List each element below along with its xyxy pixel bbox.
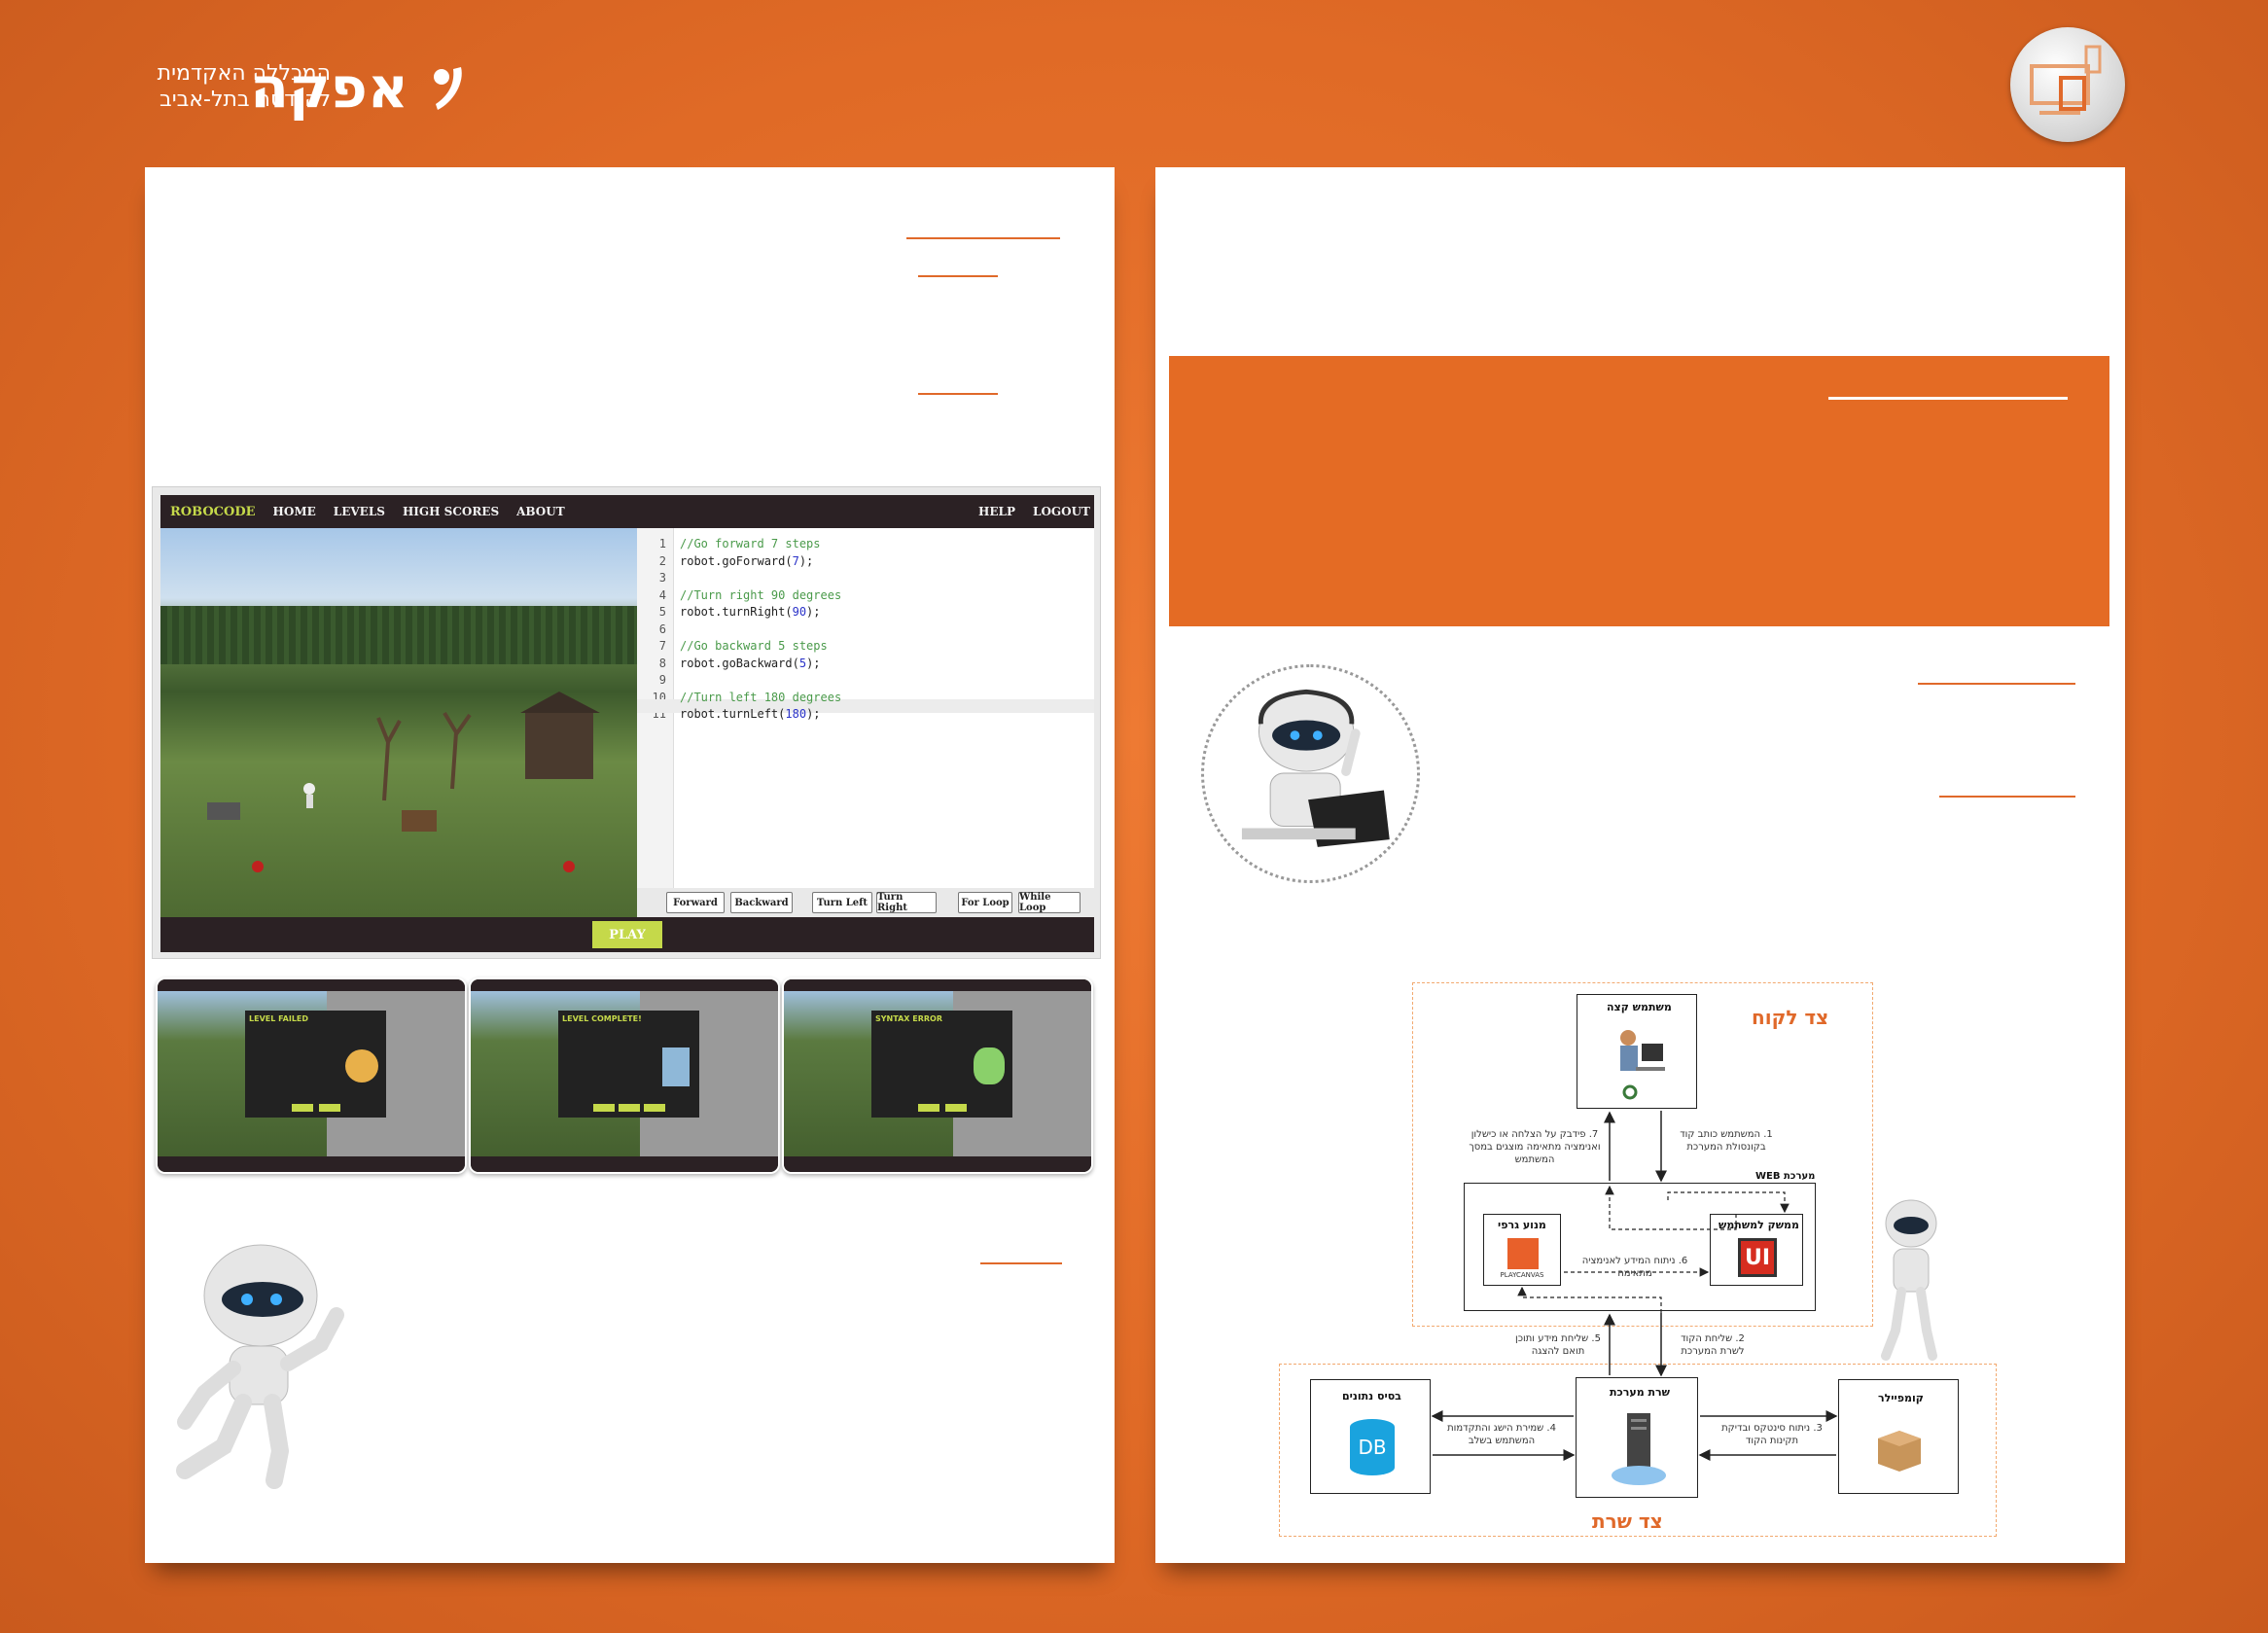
code-line: robot.goForward(7); (680, 553, 814, 568)
game-screenshot: ROBOCODE HOME LEVELS HIGH SCORES ABOUT H… (152, 486, 1101, 959)
code-line: robot.turnRight(90); (680, 605, 821, 619)
while-loop-button[interactable]: While Loop (1018, 892, 1081, 913)
robot-body (306, 795, 313, 808)
modal: SYNTAX ERROR (871, 1011, 1012, 1118)
backward-button[interactable]: Backward (730, 892, 793, 913)
logo-mark-icon (434, 67, 462, 110)
command-buttons: Forward Backward Turn Left Turn Right Fo… (637, 888, 1094, 917)
robot-laptop-icon (1241, 689, 1390, 847)
heading-underline (1918, 683, 2075, 685)
game-navbar: ROBOCODE HOME LEVELS HIGH SCORES ABOUT H… (160, 495, 1094, 528)
code-line: robot.goBackward(5); (680, 656, 821, 670)
devices-badge (2010, 27, 2125, 142)
heading-underline (906, 237, 1060, 239)
step2-text: 2. שליחת הקוד לשרת המערכת (1681, 1333, 1745, 1357)
line-number: 9 (658, 673, 666, 687)
step3-text: 3. ניתוח סינטקס ובדיקת תקינות הקוד (1721, 1423, 1823, 1446)
thumbnail-level-complete: LEVEL COMPLETE! (469, 977, 780, 1174)
step1-text: 1. המשתמש כותב קוד בקונסולת המערכת (1680, 1129, 1773, 1153)
line-number: 4 (658, 587, 666, 602)
line-number: 1 (658, 537, 666, 550)
step4-text: 4. שמירת הישג והתקדמות המשתמש בשלב (1447, 1423, 1556, 1446)
thumbnail-level-failed: LEVEL FAILED (156, 977, 467, 1174)
play-bar: PLAY (160, 917, 1094, 952)
heading-underline (918, 275, 998, 277)
code-editor[interactable]: 1 2 3 4 5 6 7 8 9 10 11 //Go forward 7 steps robot.… (637, 528, 1094, 888)
flying-robot-icon (176, 1244, 344, 1489)
cart (207, 802, 240, 820)
gem (252, 861, 264, 872)
nav-home[interactable]: HOME (273, 505, 316, 518)
modal: LEVEL FAILED (245, 1011, 386, 1118)
college-logo: המכללה האקדמית להנדסה בתל-אביב אפקה (136, 53, 467, 131)
for-loop-button[interactable]: For Loop (958, 892, 1012, 913)
line-number: 8 (658, 656, 666, 670)
nav-help[interactable]: HELP (978, 505, 1015, 518)
robot-avatar (345, 1049, 378, 1083)
code-comment: //Turn left 180 degrees (680, 690, 842, 704)
gem (563, 861, 575, 872)
heading-underline (918, 393, 998, 395)
turn-left-button[interactable]: Turn Left (812, 892, 872, 913)
game-brand: ROBOCODE (170, 504, 256, 519)
modal-title: SYNTAX ERROR (875, 1014, 942, 1023)
nav-logout[interactable]: LOGOUT (1033, 505, 1090, 518)
robot-avatar (974, 1047, 1005, 1084)
heading-underline (1939, 796, 2075, 798)
play-button[interactable]: PLAY (592, 921, 662, 948)
code-comment: //Go forward 7 steps (680, 537, 821, 550)
line-number: 5 (658, 605, 666, 619)
dead-tree (376, 717, 402, 801)
nav-about[interactable]: ABOUT (516, 505, 565, 518)
robot-avatar (662, 1047, 690, 1086)
logo-name: אפקה (250, 54, 408, 121)
line-number: 2 (658, 553, 666, 568)
robot-character (303, 783, 315, 795)
modal: LEVEL COMPLETE! (558, 1011, 699, 1118)
turn-right-button[interactable]: Turn Right (876, 892, 937, 913)
architecture-diagram: צד לקוח צד שרת משתמש קצה מערכת WEB מנוע … (1279, 980, 1999, 1540)
nav-levels[interactable]: LEVELS (334, 505, 385, 518)
step6-text: 6. ניתוח המידע לאנימציה מתאימה (1581, 1256, 1688, 1279)
heading-underline (980, 1262, 1062, 1264)
step5-text: 5. שליחת מידע ותוכן תואם להצגה (1515, 1333, 1601, 1357)
forward-button[interactable]: Forward (666, 892, 725, 913)
code-comment: //Go backward 5 steps (680, 639, 828, 653)
cabin-roof (520, 692, 600, 713)
devices-icon (2030, 45, 2102, 115)
line-number: 3 (658, 571, 666, 585)
nav-high-scores[interactable]: HIGH SCORES (403, 505, 499, 518)
laptop-robot (1201, 664, 1420, 883)
crate (402, 810, 437, 832)
cabin (525, 711, 593, 779)
code-line: robot.turnLeft(180); (680, 707, 821, 721)
modal-title: LEVEL COMPLETE! (562, 1014, 642, 1023)
code-comment: //Turn right 90 degrees (680, 587, 842, 602)
line-number: 6 (658, 621, 666, 636)
scene-objects (207, 692, 600, 872)
step7-text: 7. פידבק על הצלחה או כישלון ואנימציה מתא… (1469, 1129, 1601, 1165)
modal-title: LEVEL FAILED (249, 1014, 309, 1023)
banner-underline (1828, 397, 2068, 400)
line-number: 7 (658, 639, 666, 653)
game-scene (160, 528, 637, 917)
thumbnail-syntax-error: SYNTAX ERROR (782, 977, 1093, 1174)
dead-tree (443, 711, 472, 790)
